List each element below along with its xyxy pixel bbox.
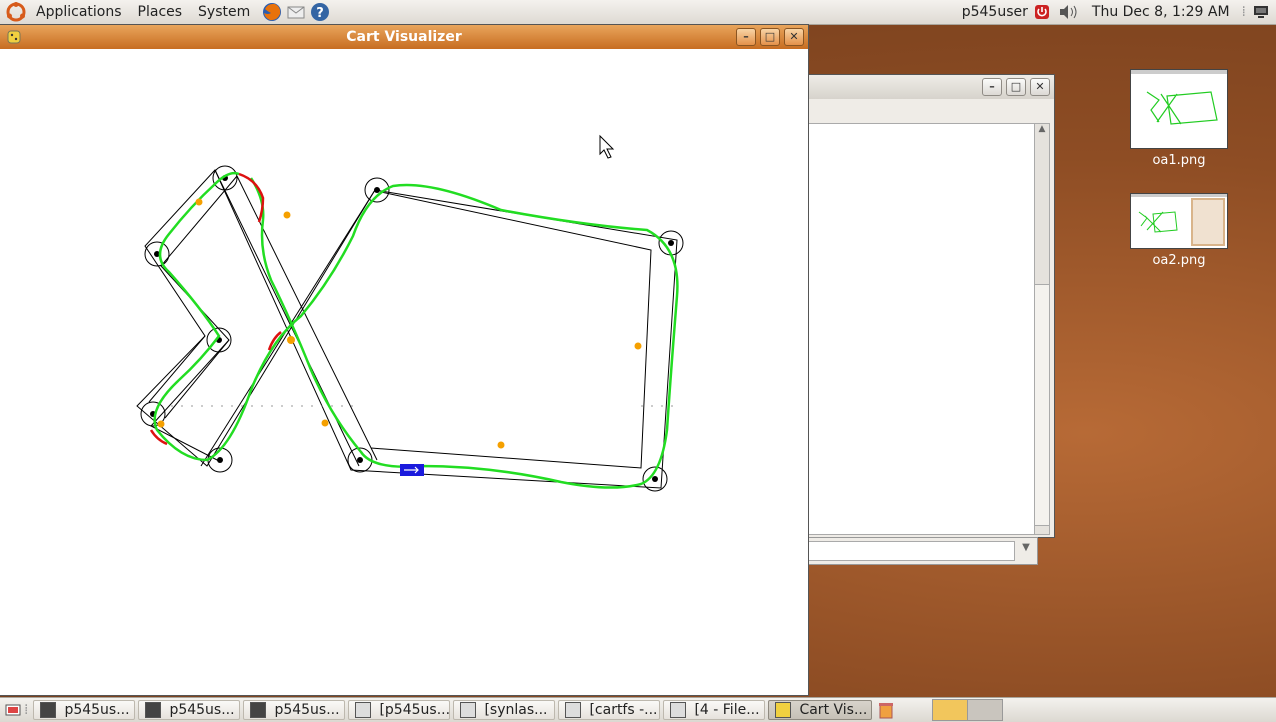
taskbar-item-file[interactable]: [4 - File... xyxy=(663,700,766,720)
bottom-panel: ⁞ p545us... p545us... p545us... [p545us.… xyxy=(0,697,1276,722)
taskbar-item-terminal-4[interactable]: [p545us... xyxy=(348,700,451,720)
taskbar-item-terminal-2[interactable]: p545us... xyxy=(138,700,241,720)
close-button[interactable]: ✕ xyxy=(1030,78,1050,96)
python-icon xyxy=(775,702,792,718)
menu-system[interactable]: System xyxy=(190,0,258,24)
obstacles xyxy=(157,198,642,449)
python-icon xyxy=(7,30,21,44)
cart-visualizer-window[interactable]: Cart Visualizer – □ ✕ xyxy=(0,25,808,695)
minimize-button[interactable]: – xyxy=(982,78,1002,96)
minimize-button[interactable]: – xyxy=(736,28,756,46)
cart-icon xyxy=(400,464,424,476)
image-thumbnail-icon xyxy=(1130,193,1228,249)
desktop-icon-label: oa1.png xyxy=(1152,153,1206,168)
taskbar-item-cart-visualizer[interactable]: Cart Vis... xyxy=(768,700,873,720)
clock[interactable]: Thu Dec 8, 1:29 AM xyxy=(1086,4,1236,20)
scroll-up-arrow[interactable]: ▲ xyxy=(1035,124,1049,138)
background-window[interactable]: – □ ✕ ▲ xyxy=(790,75,1054,537)
show-desktop-icon[interactable] xyxy=(4,701,22,719)
user-name[interactable]: p545user xyxy=(956,4,1034,20)
taskbar-item-terminal-1[interactable]: p545us... xyxy=(33,700,136,720)
menu-applications[interactable]: Applications xyxy=(28,0,130,24)
taskbar-item-cartfs[interactable]: [cartfs -... xyxy=(558,700,661,720)
terminal-icon xyxy=(40,702,57,718)
trash-icon[interactable] xyxy=(876,701,896,719)
mouse-cursor-icon xyxy=(599,134,615,159)
text-editor-icon xyxy=(460,702,477,718)
scrollbar[interactable]: ▲ xyxy=(1034,123,1050,535)
file-icon xyxy=(670,702,687,718)
taskbar-item-terminal-3[interactable]: p545us... xyxy=(243,700,346,720)
image-thumbnail-icon xyxy=(1130,69,1228,149)
workspace-switcher[interactable] xyxy=(932,699,1004,721)
waypoints xyxy=(150,175,674,482)
firefox-icon[interactable] xyxy=(262,2,282,22)
workspace-2[interactable] xyxy=(968,700,1003,720)
maximize-button[interactable]: □ xyxy=(760,28,780,46)
ubuntu-logo-icon[interactable] xyxy=(6,2,26,22)
track-outline xyxy=(136,165,684,492)
panel-separator: ⁞ xyxy=(1241,4,1246,20)
background-window-titlebar[interactable]: – □ ✕ xyxy=(790,75,1054,99)
background-input-field[interactable]: ▼ xyxy=(790,537,1038,565)
network-icon[interactable] xyxy=(1252,4,1270,20)
cart-path-green xyxy=(153,171,679,489)
shutdown-icon[interactable] xyxy=(1034,4,1050,20)
text-area[interactable] xyxy=(790,123,1036,535)
top-panel: Applications Places System ? p545user Th… xyxy=(0,0,1276,25)
workspace-1[interactable] xyxy=(933,700,969,720)
scroll-thumb[interactable] xyxy=(1035,284,1049,526)
help-icon[interactable]: ? xyxy=(310,2,330,22)
mail-icon[interactable] xyxy=(286,2,306,22)
volume-icon[interactable] xyxy=(1058,4,1080,20)
terminal-icon xyxy=(145,702,162,718)
close-button[interactable]: ✕ xyxy=(784,28,804,46)
visualizer-canvas[interactable] xyxy=(1,50,807,694)
terminal-icon xyxy=(250,702,267,718)
maximize-button[interactable]: □ xyxy=(1006,78,1026,96)
cart-path-red xyxy=(149,172,282,446)
file-icon xyxy=(565,702,582,718)
dropdown-arrow-icon[interactable]: ▼ xyxy=(1019,542,1033,558)
desktop-icon-oa2[interactable]: oa2.png xyxy=(1129,193,1229,268)
menu-places[interactable]: Places xyxy=(130,0,191,24)
desktop-icon-oa1[interactable]: oa1.png xyxy=(1129,69,1229,168)
taskbar-item-editor[interactable]: [synlas... xyxy=(453,700,556,720)
svg-text:?: ? xyxy=(316,6,324,21)
terminal-icon xyxy=(355,702,372,718)
main-window-titlebar[interactable]: Cart Visualizer – □ ✕ xyxy=(0,25,808,49)
system-tray: p545user Thu Dec 8, 1:29 AM ⁞ xyxy=(956,0,1276,24)
window-title: Cart Visualizer xyxy=(346,29,462,45)
desktop-icon-label: oa2.png xyxy=(1152,253,1206,268)
panel-handle: ⁞ xyxy=(24,702,29,718)
